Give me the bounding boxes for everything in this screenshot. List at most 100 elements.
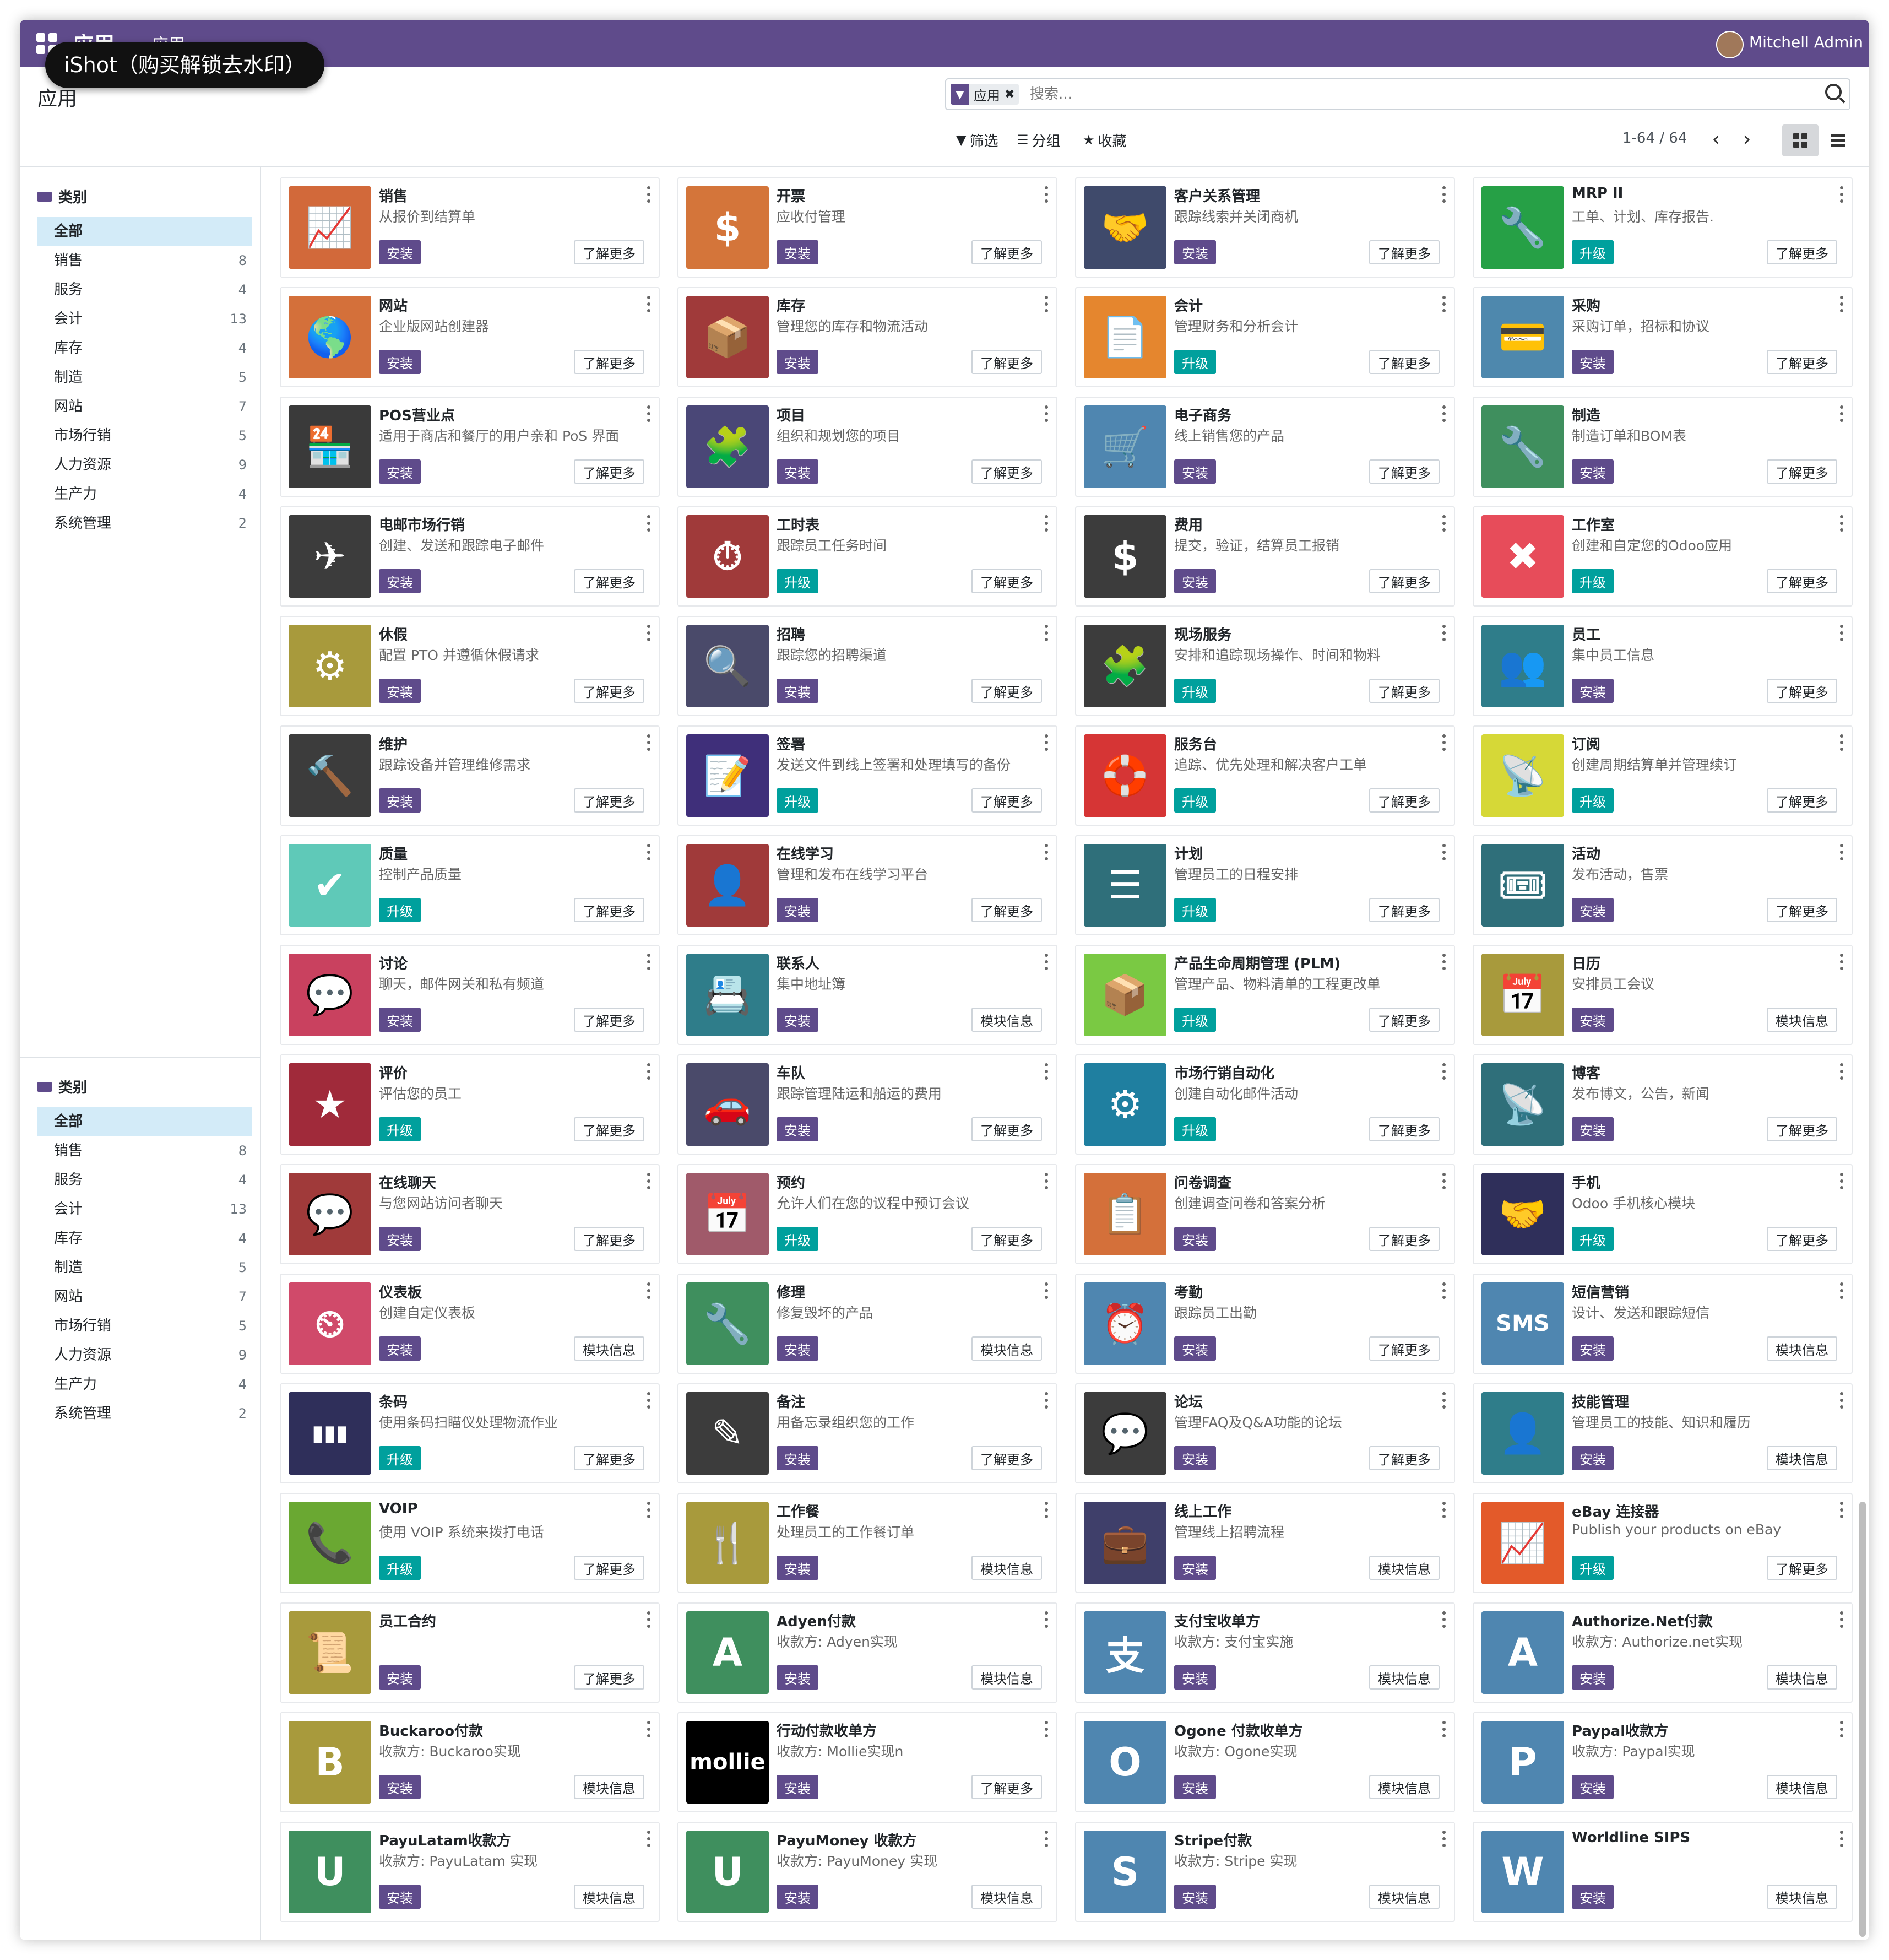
app-install-button[interactable]: 升级 bbox=[1174, 898, 1216, 922]
app-card[interactable]: 🔨 维护 跟踪设备并管理维修需求 安装 了解更多 bbox=[280, 725, 660, 826]
app-learn-more-button[interactable]: 了解更多 bbox=[971, 679, 1042, 703]
kebab-menu-icon[interactable] bbox=[1442, 1063, 1446, 1080]
kebab-menu-icon[interactable] bbox=[1044, 186, 1049, 203]
sidebar-item-sales[interactable]: 销售 8 bbox=[37, 1136, 252, 1165]
app-learn-more-button[interactable]: 了解更多 bbox=[574, 1117, 644, 1141]
app-card[interactable]: A Authorize.Net付款 收款方: Authorize.net实现 安装 模块… bbox=[1473, 1602, 1853, 1703]
app-learn-more-button[interactable]: 模块信息 bbox=[1767, 1775, 1837, 1799]
kebab-menu-icon[interactable] bbox=[1839, 296, 1844, 312]
kebab-menu-icon[interactable] bbox=[1442, 186, 1446, 203]
app-learn-more-button[interactable]: 模块信息 bbox=[1767, 1665, 1837, 1690]
kebab-menu-icon[interactable] bbox=[1442, 405, 1446, 422]
app-learn-more-button[interactable]: 了解更多 bbox=[971, 898, 1042, 922]
app-learn-more-button[interactable]: 了解更多 bbox=[574, 898, 644, 922]
app-card[interactable]: 🧩 项目 组织和规划您的项目 安装 了解更多 bbox=[677, 397, 1057, 497]
app-install-button[interactable]: 升级 bbox=[777, 788, 818, 813]
app-install-button[interactable]: 安装 bbox=[1572, 1665, 1614, 1690]
sidebar-item-all[interactable]: 全部 bbox=[37, 217, 252, 246]
sidebar-item-hr[interactable]: 人力资源 9 bbox=[37, 1341, 252, 1369]
app-install-button[interactable]: 安装 bbox=[1174, 459, 1216, 484]
kebab-menu-icon[interactable] bbox=[1442, 954, 1446, 970]
app-card[interactable]: ★ 评价 评估您的员工 升级 了解更多 bbox=[280, 1054, 660, 1155]
app-card[interactable]: U PayuLatam收款方 收款方: PayuLatam 实现 安装 模块信息 bbox=[280, 1822, 660, 1922]
app-card[interactable]: U PayuMoney 收款方 收款方: PayuMoney 实现 安装 模块信息 bbox=[677, 1822, 1057, 1922]
sidebar-item-manufacturing[interactable]: 制造 5 bbox=[37, 1253, 252, 1282]
app-learn-more-button[interactable]: 了解更多 bbox=[971, 1227, 1042, 1251]
app-learn-more-button[interactable]: 了解更多 bbox=[1369, 1008, 1440, 1032]
kebab-menu-icon[interactable] bbox=[1839, 1173, 1844, 1189]
app-learn-more-button[interactable]: 了解更多 bbox=[574, 1227, 644, 1251]
app-learn-more-button[interactable]: 模块信息 bbox=[1369, 1775, 1440, 1799]
kebab-menu-icon[interactable] bbox=[1044, 1831, 1049, 1847]
kebab-menu-icon[interactable] bbox=[647, 186, 651, 203]
app-learn-more-button[interactable]: 了解更多 bbox=[1369, 788, 1440, 813]
kebab-menu-icon[interactable] bbox=[647, 1063, 651, 1080]
app-learn-more-button[interactable]: 模块信息 bbox=[1767, 1008, 1837, 1032]
user-avatar[interactable] bbox=[1716, 31, 1744, 58]
kebab-menu-icon[interactable] bbox=[1044, 1502, 1049, 1518]
app-install-button[interactable]: 安装 bbox=[379, 1885, 421, 1909]
app-card[interactable]: ▮▮▮ 条码 使用条码扫瞄仪处理物流作业 升级 了解更多 bbox=[280, 1383, 660, 1483]
app-card[interactable]: 💬 在线聊天 与您网站访问者聊天 安装 了解更多 bbox=[280, 1164, 660, 1264]
kebab-menu-icon[interactable] bbox=[1442, 625, 1446, 641]
app-learn-more-button[interactable]: 了解更多 bbox=[971, 1446, 1042, 1470]
app-install-button[interactable]: 安装 bbox=[777, 1336, 818, 1361]
kanban-view-button[interactable] bbox=[1782, 124, 1819, 156]
user-name[interactable]: Mitchell Admin bbox=[1749, 33, 1863, 51]
app-learn-more-button[interactable]: 了解更多 bbox=[971, 1117, 1042, 1141]
app-install-button[interactable]: 安装 bbox=[777, 1008, 818, 1032]
kebab-menu-icon[interactable] bbox=[1442, 1831, 1446, 1847]
kebab-menu-icon[interactable] bbox=[1044, 954, 1049, 970]
kebab-menu-icon[interactable] bbox=[1442, 515, 1446, 532]
sidebar-item-productivity[interactable]: 生产力 4 bbox=[37, 480, 252, 508]
sidebar-item-administration[interactable]: 系统管理 2 bbox=[37, 1399, 252, 1428]
pager-previous-icon[interactable]: ‹ bbox=[1705, 128, 1727, 152]
kebab-menu-icon[interactable] bbox=[1442, 1282, 1446, 1299]
app-install-button[interactable]: 安装 bbox=[777, 240, 818, 264]
app-learn-more-button[interactable]: 模块信息 bbox=[574, 1775, 644, 1799]
app-learn-more-button[interactable]: 了解更多 bbox=[1767, 240, 1837, 264]
kebab-menu-icon[interactable] bbox=[1044, 405, 1049, 422]
app-learn-more-button[interactable]: 模块信息 bbox=[971, 1665, 1042, 1690]
search-bar[interactable]: ▼ 应用 ✖ bbox=[945, 78, 1850, 110]
app-install-button[interactable]: 安装 bbox=[777, 679, 818, 703]
app-learn-more-button[interactable]: 了解更多 bbox=[574, 1665, 644, 1690]
app-install-button[interactable]: 安装 bbox=[1174, 1775, 1216, 1799]
app-install-button[interactable]: 安装 bbox=[1174, 1227, 1216, 1251]
app-card[interactable]: 🤝 手机 Odoo 手机核心模块 升级 了解更多 bbox=[1473, 1164, 1853, 1264]
app-card[interactable]: ⏱ 工时表 跟踪员工任务时间 升级 了解更多 bbox=[677, 506, 1057, 607]
app-learn-more-button[interactable]: 了解更多 bbox=[574, 350, 644, 374]
app-card[interactable]: 🍴 工作餐 处理员工的工作餐订单 安装 模块信息 bbox=[677, 1493, 1057, 1593]
sidebar-item-inventory[interactable]: 库存 4 bbox=[37, 1224, 252, 1253]
kebab-menu-icon[interactable] bbox=[1044, 1721, 1049, 1737]
app-learn-more-button[interactable]: 模块信息 bbox=[574, 1336, 644, 1361]
app-learn-more-button[interactable]: 模块信息 bbox=[1767, 1336, 1837, 1361]
app-learn-more-button[interactable]: 了解更多 bbox=[1369, 1446, 1440, 1470]
app-learn-more-button[interactable]: 了解更多 bbox=[971, 1775, 1042, 1799]
app-learn-more-button[interactable]: 了解更多 bbox=[1767, 350, 1837, 374]
app-install-button[interactable]: 升级 bbox=[379, 1117, 421, 1141]
kebab-menu-icon[interactable] bbox=[1044, 625, 1049, 641]
app-card[interactable]: 📈 销售 从报价到结算单 安装 了解更多 bbox=[280, 177, 660, 278]
app-learn-more-button[interactable]: 了解更多 bbox=[1767, 788, 1837, 813]
app-card[interactable]: ⚙ 市场行销自动化 创建自动化邮件活动 升级 了解更多 bbox=[1075, 1054, 1455, 1155]
app-install-button[interactable]: 安装 bbox=[1174, 240, 1216, 264]
vertical-scrollbar[interactable] bbox=[1859, 1502, 1866, 1937]
sidebar-item-services[interactable]: 服务 4 bbox=[37, 1166, 252, 1194]
kebab-menu-icon[interactable] bbox=[1839, 844, 1844, 860]
app-install-button[interactable]: 升级 bbox=[1174, 788, 1216, 813]
app-card[interactable]: 📝 签署 发送文件到线上签署和处理填写的备份 升级 了解更多 bbox=[677, 725, 1057, 826]
sidebar-item-administration[interactable]: 系统管理 2 bbox=[37, 509, 252, 538]
sidebar-item-services[interactable]: 服务 4 bbox=[37, 275, 252, 304]
app-card[interactable]: 📅 日历 安排员工会议 安装 模块信息 bbox=[1473, 945, 1853, 1045]
app-card[interactable]: ⏰ 考勤 跟踪员工出勤 安装 了解更多 bbox=[1075, 1274, 1455, 1374]
kebab-menu-icon[interactable] bbox=[1044, 1611, 1049, 1628]
kebab-menu-icon[interactable] bbox=[647, 1502, 651, 1518]
app-install-button[interactable]: 升级 bbox=[1572, 1227, 1614, 1251]
app-install-button[interactable]: 安装 bbox=[1572, 898, 1614, 922]
app-card[interactable]: 📋 问卷调查 创建调查问卷和答案分析 安装 了解更多 bbox=[1075, 1164, 1455, 1264]
app-card[interactable]: 📦 产品生命周期管理 (PLM) 管理产品、物料清单的工程更改单 升级 了解更多 bbox=[1075, 945, 1455, 1045]
app-learn-more-button[interactable]: 了解更多 bbox=[574, 459, 644, 484]
app-install-button[interactable]: 安装 bbox=[1572, 350, 1614, 374]
app-card[interactable]: 💬 论坛 管理FAQ及Q&A功能的论坛 安装 了解更多 bbox=[1075, 1383, 1455, 1483]
